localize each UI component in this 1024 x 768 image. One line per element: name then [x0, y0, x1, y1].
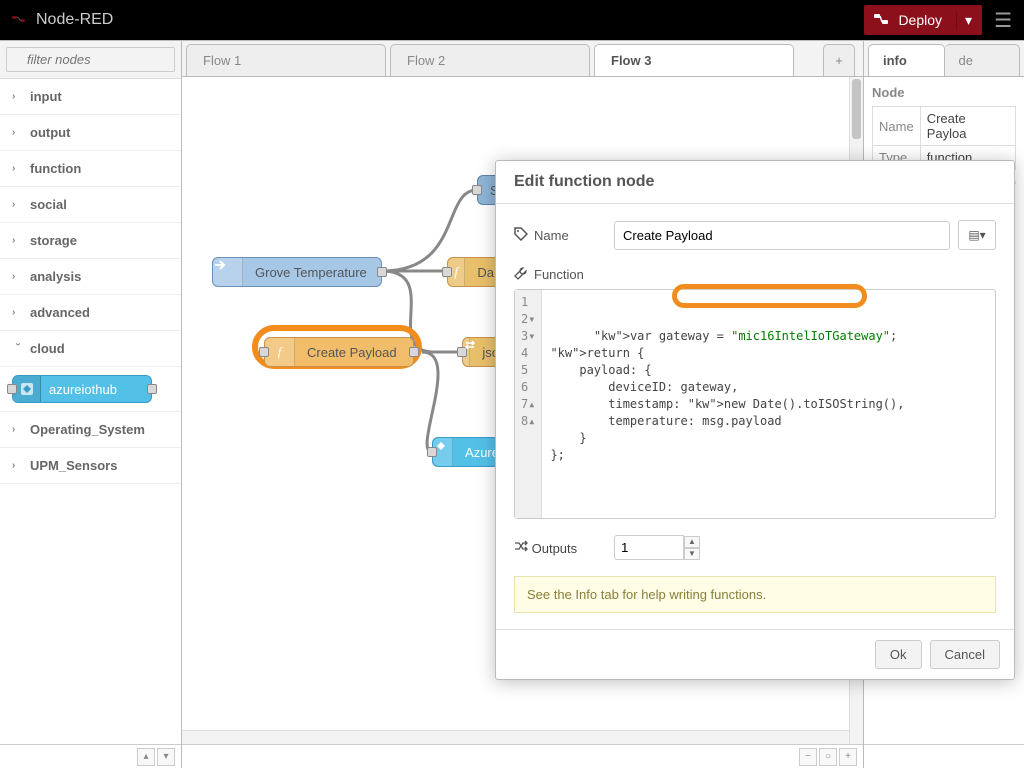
code-content[interactable]: "kw">var gateway = "mic16IntelIoTGateway…: [542, 290, 995, 518]
book-icon: ▤: [968, 228, 979, 242]
tag-icon: [514, 227, 528, 244]
outputs-input[interactable]: [614, 535, 684, 560]
sidebar-footer: [864, 744, 1024, 768]
function-icon: f: [265, 338, 295, 366]
chevron-right-icon: ›: [12, 91, 24, 102]
canvas-scrollbar-h[interactable]: [182, 730, 849, 744]
expand-all-button[interactable]: ▾: [157, 748, 175, 766]
app-header: Node-RED Deploy ▾ ☰: [0, 0, 1024, 40]
palette-category-output[interactable]: ›output: [0, 115, 181, 151]
output-port: [147, 384, 157, 394]
app-logo: Node-RED: [12, 11, 113, 29]
palette-category-storage[interactable]: ›storage: [0, 223, 181, 259]
chevron-right-icon: ›: [12, 199, 24, 210]
palette-panel: ›input ›output ›function ›social ›storag…: [0, 41, 182, 768]
chevron-down-icon: ›: [13, 343, 24, 355]
palette-category-input[interactable]: ›input: [0, 79, 181, 115]
wrench-icon: [514, 266, 528, 283]
deploy-caret-icon[interactable]: ▾: [956, 12, 972, 29]
shuffle-icon: [514, 541, 532, 556]
outputs-spinner: ▲ ▼: [684, 536, 700, 560]
hamburger-menu-icon[interactable]: ☰: [994, 8, 1012, 33]
palette-node-azureiothub[interactable]: azureiothub: [12, 375, 152, 403]
function-label: Function: [514, 266, 614, 283]
zoom-reset-button[interactable]: ○: [819, 748, 837, 766]
palette-category-social[interactable]: ›social: [0, 187, 181, 223]
code-gutter: 1 2▾3▾4 5 6 7▴8▴: [515, 290, 542, 518]
node-grove-temperature[interactable]: Grove Temperature: [212, 257, 382, 287]
dialog-footer: Ok Cancel: [496, 629, 1014, 679]
spinner-up-button[interactable]: ▲: [684, 536, 700, 548]
flow-tabs: Flow 1 Flow 2 Flow 3 +: [182, 41, 863, 77]
palette-category-cloud[interactable]: ›cloud: [0, 331, 181, 367]
node-label: Grove Temperature: [243, 265, 379, 280]
palette-footer: ▴ ▾: [0, 744, 181, 768]
info-name-label: Name: [873, 107, 921, 146]
chevron-right-icon: ›: [12, 235, 24, 246]
palette-category-os[interactable]: ›Operating_System: [0, 412, 181, 448]
node-create-payload[interactable]: f Create Payload: [264, 337, 414, 367]
function-code-editor[interactable]: 1 2▾3▾4 5 6 7▴8▴ "kw">var gateway = "mic…: [514, 289, 996, 519]
azure-icon: [433, 438, 453, 466]
node-label: Create Payload: [295, 345, 409, 360]
deploy-button[interactable]: Deploy ▾: [864, 5, 982, 35]
arrow-in-icon: [213, 258, 243, 286]
ok-button[interactable]: Ok: [875, 640, 922, 669]
chevron-right-icon: ›: [12, 271, 24, 282]
app-title: Node-RED: [36, 11, 113, 29]
chevron-right-icon: ›: [12, 424, 24, 435]
input-port: [7, 384, 17, 394]
chevron-right-icon: ›: [12, 460, 24, 471]
filter-nodes-input[interactable]: [6, 47, 175, 72]
zoom-out-button[interactable]: −: [799, 748, 817, 766]
bookmark-button[interactable]: ▤ ▾: [958, 220, 996, 250]
sidebar-tab-info[interactable]: info: [868, 44, 945, 76]
filter-wrap: [0, 41, 181, 79]
sidebar-section-title: Node: [872, 85, 1016, 100]
palette-category-advanced[interactable]: ›advanced: [0, 295, 181, 331]
chevron-right-icon: ›: [12, 307, 24, 318]
deploy-icon: [874, 12, 890, 29]
collapse-all-button[interactable]: ▴: [137, 748, 155, 766]
palette-node-label: azureiothub: [41, 382, 117, 397]
sidebar-tab-debug[interactable]: de: [945, 44, 1021, 76]
gateway-highlight: [672, 284, 867, 308]
cancel-button[interactable]: Cancel: [930, 640, 1000, 669]
chevron-right-icon: ›: [12, 127, 24, 138]
canvas-footer: − ○ +: [182, 744, 863, 768]
azure-icon: [13, 376, 41, 402]
edit-function-dialog: Edit function node Name ▤ ▾ Function: [495, 160, 1015, 680]
deploy-label: Deploy: [898, 12, 942, 28]
info-name-value: Create Payloa: [920, 107, 1015, 146]
palette-category-upm[interactable]: ›UPM_Sensors: [0, 448, 181, 484]
spinner-down-button[interactable]: ▼: [684, 548, 700, 560]
node-red-logo-icon: [12, 12, 28, 28]
help-hint: See the Info tab for help writing functi…: [514, 576, 996, 613]
name-input[interactable]: [614, 221, 950, 250]
output-port: [409, 347, 419, 357]
tab-flow-1[interactable]: Flow 1: [186, 44, 386, 76]
input-port: [259, 347, 269, 357]
output-port: [377, 267, 387, 277]
input-port: [472, 185, 482, 195]
tab-flow-3[interactable]: Flow 3: [594, 44, 794, 76]
palette-category-analysis[interactable]: ›analysis: [0, 259, 181, 295]
chevron-right-icon: ›: [12, 163, 24, 174]
palette-cloud-expanded: azureiothub: [0, 367, 181, 412]
outputs-label: Outputs: [514, 539, 614, 556]
palette-category-function[interactable]: ›function: [0, 151, 181, 187]
add-flow-button[interactable]: +: [823, 44, 855, 76]
input-port: [442, 267, 452, 277]
name-label: Name: [514, 227, 614, 244]
zoom-in-button[interactable]: +: [839, 748, 857, 766]
sidebar-tabs: info de: [864, 41, 1024, 77]
dialog-title: Edit function node: [496, 161, 1014, 204]
tab-flow-2[interactable]: Flow 2: [390, 44, 590, 76]
